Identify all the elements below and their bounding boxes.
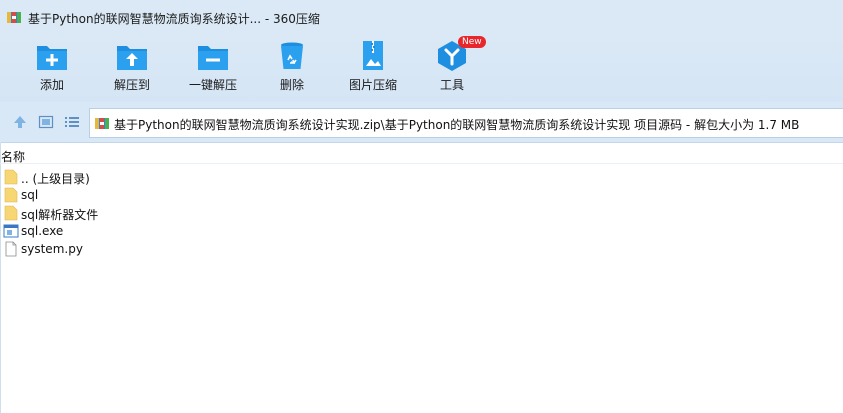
image-compress-button[interactable]: 图片压缩 [344,40,402,98]
address-field[interactable]: 基于Python的联网智慧物流质询系统设计实现.zip\基于Python的联网智… [89,108,843,138]
list-item-parent-dir[interactable]: .. (上级目录) [0,168,843,186]
list-item-name: sql [21,188,39,202]
up-arrow-icon[interactable] [12,114,28,130]
new-badge: New [458,36,486,48]
file-list: .. (上级目录) sql sql解析器文件 sql.exe system.py [0,168,843,258]
list-item-name: system.py [21,242,83,256]
one-click-extract-icon [198,46,228,70]
list-item-name: sql.exe [21,224,64,238]
column-header-name[interactable]: 名称 [0,147,843,164]
one-click-extract-button[interactable]: 一键解压 [184,40,242,98]
address-bar: 基于Python的联网智慧物流质询系统设计实现.zip\基于Python的联网智… [0,102,843,143]
list-view-icon[interactable] [64,114,80,130]
delete-button[interactable]: 删除 [272,40,312,98]
app-window: 基于Python的联网智慧物流质询系统设计... - 360压缩 添加 解压到 [0,0,843,413]
folder-icon [4,187,18,203]
window-title: 基于Python的联网智慧物流质询系统设计... - 360压缩 [28,12,320,26]
add-button[interactable]: 添加 [28,40,76,98]
title-bar: 基于Python的联网智慧物流质询系统设计... - 360压缩 [0,0,843,36]
archive-icon [7,12,21,23]
address-path: 基于Python的联网智慧物流质询系统设计实现.zip\基于Python的联网智… [114,118,800,132]
archive-icon [95,118,109,129]
list-item[interactable]: system.py [0,240,843,258]
extract-to-label: 解压到 [113,78,150,92]
delete-label: 删除 [279,78,304,92]
list-item[interactable]: sql.exe [0,222,843,240]
folder-icon [4,205,18,221]
file-icon [5,241,17,257]
image-compress-icon [363,41,383,70]
list-item[interactable]: sql解析器文件 [0,204,843,222]
extract-to-icon [117,46,147,70]
image-compress-label: 图片压缩 [348,78,397,92]
tools-label: 工具 [439,78,464,92]
extract-to-button[interactable]: 解压到 [104,40,160,98]
add-label: 添加 [39,78,64,92]
one-click-extract-label: 一键解压 [188,78,237,92]
recycle-bin-icon [281,42,303,69]
exe-icon [3,224,19,238]
list-item-name: .. (上级目录) [21,172,90,186]
folder-icon [4,169,18,185]
header-divider [0,163,843,164]
tools-button[interactable]: New 工具 [432,36,486,98]
list-item-name: sql解析器文件 [21,208,99,222]
toolbar: 添加 解压到 一键解压 删除 图片压缩 New 工具 [0,36,843,102]
add-icon [37,46,67,70]
thumbnail-view-icon[interactable] [38,114,54,130]
list-item[interactable]: sql [0,186,843,204]
